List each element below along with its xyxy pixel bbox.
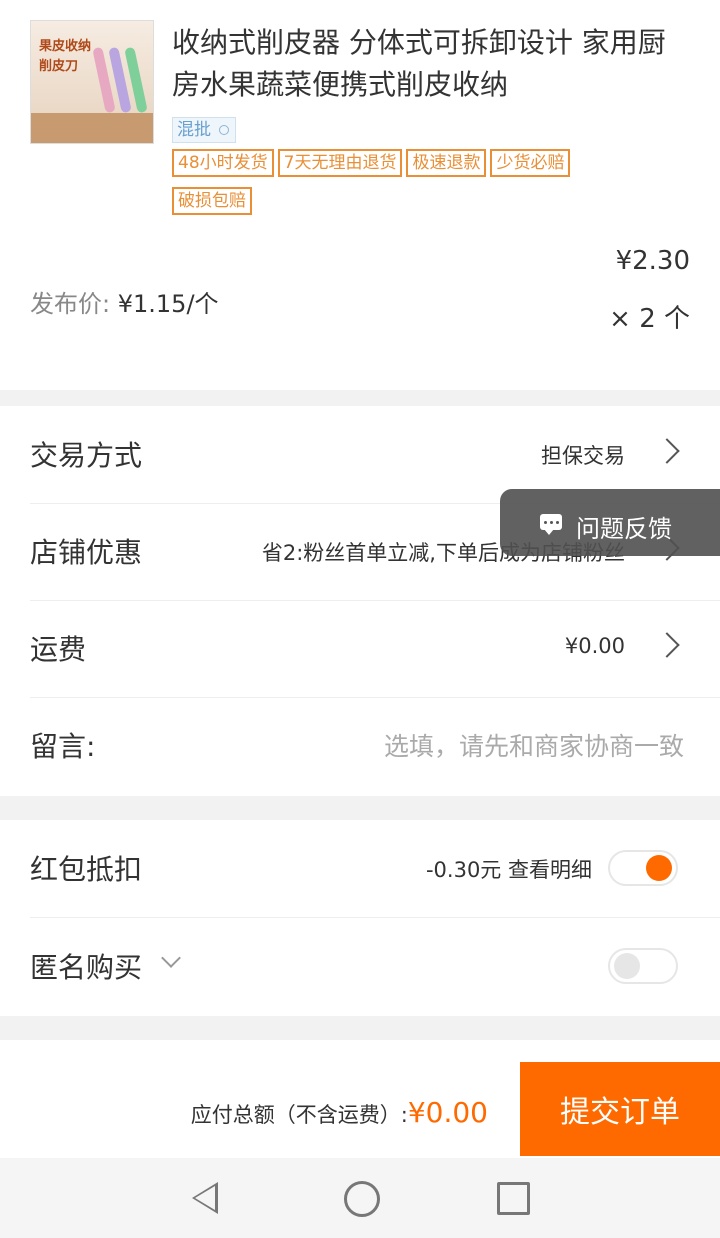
tag-dot-icon: [219, 125, 229, 135]
anonymous-row: 匿名购买: [30, 918, 720, 1015]
product-image-table: [31, 113, 153, 143]
shop-discount-label: 店铺优惠: [30, 536, 143, 569]
view-detail-link[interactable]: 查看明细: [508, 858, 592, 882]
chat-bubble-icon: [540, 514, 562, 535]
trade-method-value: 担保交易: [541, 444, 625, 468]
product-title[interactable]: 收纳式削皮器 分体式可拆卸设计 家用厨房水果蔬菜便携式削皮收纳: [172, 22, 692, 106]
service-tag: 破损包赔: [172, 187, 252, 215]
line-total-price: ¥2.30: [615, 246, 690, 276]
chevron-down-icon[interactable]: [161, 948, 181, 968]
message-row: 留言: 选填，请先和商家协商一致: [30, 697, 720, 794]
recent-apps-icon[interactable]: [497, 1182, 530, 1215]
checkout-bar: 应付总额（不含运费）:¥0.00 提交订单: [0, 1040, 720, 1158]
product-image[interactable]: 果皮收纳 削皮刀: [30, 20, 154, 144]
product-image-text-1: 果皮收纳: [39, 39, 92, 54]
feedback-label: 问题反馈: [576, 515, 672, 543]
system-nav-bar: [0, 1158, 720, 1238]
product-image-text-2: 削皮刀: [39, 59, 79, 74]
publish-price-label: 发布价:: [30, 290, 111, 318]
back-icon[interactable]: [192, 1182, 218, 1214]
payment-options: 红包抵扣 -0.30元 查看明细 匿名购买: [0, 820, 720, 1016]
chevron-right-icon: [654, 632, 680, 658]
service-tag: 少货必赔: [490, 149, 571, 177]
anonymous-toggle[interactable]: [608, 948, 678, 984]
red-packet-detail[interactable]: -0.30元 查看明细: [426, 854, 592, 884]
red-packet-toggle[interactable]: [608, 850, 678, 886]
total-summary: 应付总额（不含运费）:¥0.00: [191, 1096, 488, 1129]
trade-method-label: 交易方式: [30, 439, 143, 472]
product-card: 果皮收纳 削皮刀 收纳式削皮器 分体式可拆卸设计 家用厨房水果蔬菜便携式削皮收纳…: [0, 0, 720, 390]
red-packet-row: 红包抵扣 -0.30元 查看明细: [30, 820, 720, 918]
toggle-knob: [646, 855, 672, 881]
service-tag: 48小时发货: [172, 149, 274, 177]
shipping-row[interactable]: 运费 ¥0.00: [30, 600, 720, 698]
total-label: 应付总额（不含运费）:: [190, 1103, 408, 1127]
pifa-tag-label: 混批: [177, 120, 211, 140]
shipping-value: ¥0.00: [564, 634, 625, 658]
home-icon[interactable]: [344, 1181, 380, 1217]
order-details: 交易方式 担保交易 店铺优惠 省2:粉丝首单立减,下单后成为店铺粉丝 运费 ¥0…: [0, 406, 720, 796]
red-packet-label: 红包抵扣: [30, 853, 143, 886]
publish-price: 发布价: ¥1.15/个: [30, 284, 219, 319]
pifa-tag: 混批: [172, 117, 236, 143]
toggle-knob: [614, 953, 640, 979]
quantity: × 2 个: [609, 304, 690, 334]
feedback-button[interactable]: 问题反馈: [500, 489, 720, 556]
service-tags: 48小时发货 7天无理由退货 极速退款 少货必赔 破损包赔: [172, 149, 672, 225]
submit-order-button[interactable]: 提交订单: [520, 1062, 720, 1156]
red-packet-amount: -0.30元: [425, 858, 502, 882]
message-label: 留言:: [30, 730, 96, 763]
service-tag: 极速退款: [406, 149, 487, 177]
chevron-right-icon: [654, 438, 680, 464]
anonymous-label: 匿名购买: [30, 951, 143, 984]
message-input[interactable]: 选填，请先和商家协商一致: [384, 727, 684, 763]
total-amount: ¥0.00: [407, 1096, 488, 1129]
publish-price-value: ¥1.15/个: [117, 290, 219, 318]
service-tag: 7天无理由退货: [277, 149, 403, 177]
shipping-label: 运费: [30, 633, 87, 666]
